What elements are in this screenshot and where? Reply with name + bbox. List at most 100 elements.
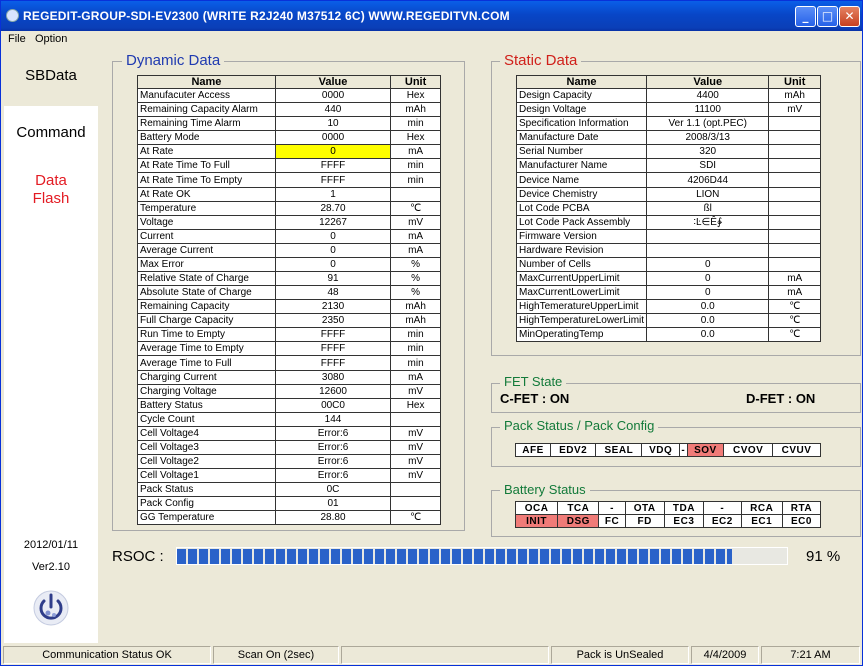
cell-value[interactable]: 1 xyxy=(274,186,392,202)
cell-value[interactable]: 2350 xyxy=(274,313,392,329)
cell-name: GG Temperature xyxy=(137,510,276,526)
maximize-button[interactable]: □ xyxy=(817,6,838,27)
cell-value[interactable]: 91 xyxy=(274,271,392,287)
nav-command[interactable]: Command xyxy=(4,124,98,141)
cell-value[interactable] xyxy=(646,228,770,244)
cell-unit: Hex xyxy=(390,397,441,413)
close-button[interactable]: ✕ xyxy=(839,6,860,27)
cell-name: Firmware Version xyxy=(515,228,648,244)
table-row: Cell Voltage3 Error:6 mV xyxy=(137,439,441,456)
pack-status-table: AFE EDV2 SEAL VDQ - SOV CVOV CVUV xyxy=(515,443,821,457)
cell-name: Full Charge Capacity xyxy=(137,313,276,329)
cell-value[interactable]: FFFF xyxy=(274,327,392,343)
cell-value[interactable]: 12600 xyxy=(274,383,392,399)
cell-value[interactable]: 0000 xyxy=(274,130,392,146)
col-unit: Unit xyxy=(390,75,441,89)
cell-value[interactable]: 0 xyxy=(646,285,770,301)
minimize-button[interactable]: _ xyxy=(795,6,816,27)
col-unit: Unit xyxy=(768,75,821,89)
cell-name: Max Error xyxy=(137,256,276,273)
battery-status-row: OCA TCA - OTA TDA - RCA RTA xyxy=(514,501,822,515)
cell-value[interactable]: LION xyxy=(646,186,770,202)
cell-value[interactable]: 0.0 xyxy=(646,327,770,343)
cell-value[interactable]: Error:6 xyxy=(274,425,392,441)
cell-value[interactable]: SDI xyxy=(646,158,770,174)
status-communication: Communication Status OK xyxy=(3,646,211,664)
cell-value[interactable]: 0 xyxy=(646,256,770,273)
col-value: Value xyxy=(274,75,392,89)
cell-unit xyxy=(768,256,821,273)
cell-unit: mA xyxy=(390,369,441,385)
cell-name: Run Time to Empty xyxy=(137,327,276,343)
cell-value[interactable]: 144 xyxy=(274,411,392,427)
cell-value[interactable]: 28.80 xyxy=(274,510,392,526)
cell-value[interactable]: FFFF xyxy=(274,172,392,188)
menu-file[interactable]: File xyxy=(8,33,26,45)
cell-value[interactable]: 0000 xyxy=(274,87,392,104)
cell-value[interactable]: FFFF xyxy=(274,355,392,371)
cell-value[interactable]: 0C xyxy=(274,482,392,498)
cell-unit xyxy=(390,496,441,512)
cell-value[interactable]: 4400 xyxy=(646,87,770,104)
cell-unit: mV xyxy=(390,425,441,441)
cell-value[interactable]: 00C0 xyxy=(274,397,392,413)
cell-value[interactable]: 3080 xyxy=(274,369,392,385)
cell-unit: mAh xyxy=(390,102,441,118)
cell-value[interactable]: 4206D44 xyxy=(646,172,770,188)
nav-sbdata[interactable]: SBData xyxy=(4,67,98,84)
power-icon[interactable] xyxy=(32,589,70,627)
cell-value[interactable]: 0 xyxy=(274,256,392,273)
cell-name: Battery Mode xyxy=(137,130,276,146)
cell-name: At Rate Time To Empty xyxy=(137,172,276,188)
pack-flag: SOV xyxy=(686,443,725,457)
cell-value[interactable]: 01 xyxy=(274,496,392,512)
cell-value[interactable]: ßl xyxy=(646,200,770,216)
table-row: Design Voltage 11100 mV xyxy=(515,102,821,118)
cell-value[interactable]: FFFF xyxy=(274,341,392,357)
cell-value[interactable] xyxy=(646,242,770,258)
nav-data-flash[interactable]: Data Flash xyxy=(4,172,98,208)
cell-value[interactable]: 440 xyxy=(274,102,392,118)
cell-value[interactable]: FFFF xyxy=(274,158,392,174)
cell-value[interactable]: 0.0 xyxy=(646,313,770,329)
table-row: Specification Information Ver 1.1 (opt.PE… xyxy=(515,116,821,132)
cell-value[interactable]: 0 xyxy=(274,144,392,160)
cell-value[interactable]: Ver 1.1 (opt.PEC) xyxy=(646,116,770,132)
cell-value[interactable]: 12267 xyxy=(274,214,392,230)
cell-value[interactable]: Error:6 xyxy=(274,454,392,470)
table-row: Average Time to Full FFFF min xyxy=(137,355,441,371)
cell-name: Lot Code PCBA xyxy=(515,200,648,216)
cell-unit: mA xyxy=(390,228,441,244)
battery-status-title: Battery Status xyxy=(500,482,590,498)
battery-status-table: OCA TCA - OTA TDA - RCA RTA INIT DSG FC FD EC3 EC2 EC1… xyxy=(514,501,822,528)
title-bar[interactable]: REGEDIT-GROUP-SDI-EV2300 (WRITE R2J240 M… xyxy=(1,1,862,31)
cell-value[interactable]: 320 xyxy=(646,144,770,160)
cell-unit xyxy=(768,116,821,132)
cell-value[interactable]: 10 xyxy=(274,116,392,132)
battery-status-flag: EC2 xyxy=(703,514,742,528)
cell-value[interactable]: 0 xyxy=(274,228,392,244)
cell-value[interactable]: Error:6 xyxy=(274,439,392,456)
menu-bar: File Option xyxy=(1,31,862,47)
cell-value[interactable]: 0.0 xyxy=(646,299,770,315)
cell-name: HighTemperatureLowerLimit xyxy=(515,313,648,329)
cell-name: At Rate OK xyxy=(137,186,276,202)
pack-flag: CVUV xyxy=(772,443,821,457)
table-row: Average Current 0 mA xyxy=(137,242,441,258)
cell-value[interactable]: 0 xyxy=(646,271,770,287)
cell-value[interactable]: 11100 xyxy=(646,102,770,118)
cell-value[interactable]: ∶Ŀ∈Ê∳ xyxy=(646,214,770,230)
battery-status-flag: FD xyxy=(624,514,665,528)
cell-value[interactable]: Error:6 xyxy=(274,468,392,484)
table-row: Device Chemistry LION xyxy=(515,186,821,202)
cell-value[interactable]: 0 xyxy=(274,242,392,258)
cell-value[interactable]: 2008/3/13 xyxy=(646,130,770,146)
cell-unit: % xyxy=(390,285,441,301)
cell-value[interactable]: 48 xyxy=(274,285,392,301)
cell-value[interactable]: 2130 xyxy=(274,299,392,315)
menu-option[interactable]: Option xyxy=(35,33,67,45)
cell-name: Cell Voltage4 xyxy=(137,425,276,441)
battery-status-row: INIT DSG FC FD EC3 EC2 EC1 EC0 xyxy=(514,514,822,528)
cell-value[interactable]: 28.70 xyxy=(274,200,392,216)
cell-unit xyxy=(768,228,821,244)
